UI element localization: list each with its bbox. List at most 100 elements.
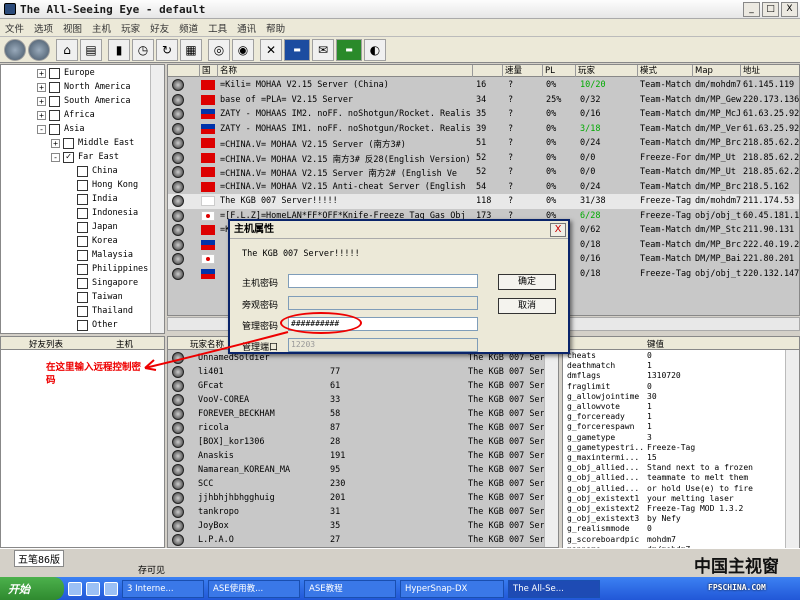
friends-col-list[interactable]: 好友列表 bbox=[29, 338, 63, 350]
tree-item[interactable]: Taiwan bbox=[65, 290, 123, 304]
player-row[interactable]: jjhbhjhbhgghuig 201 The KGB 007 Serv bbox=[168, 491, 558, 505]
refresh-icon[interactable]: ↻ bbox=[156, 38, 178, 61]
maximize-button[interactable]: □ bbox=[762, 1, 779, 17]
tree-checkbox[interactable] bbox=[49, 109, 60, 121]
rule-row[interactable]: g_allowvote 1 bbox=[563, 402, 799, 412]
tree-item[interactable]: - Asia bbox=[37, 122, 84, 136]
tree-checkbox[interactable] bbox=[77, 319, 88, 331]
task-internet[interactable]: 3 Interne... bbox=[122, 579, 204, 598]
back-icon[interactable] bbox=[4, 38, 26, 61]
expand-icon[interactable]: + bbox=[51, 138, 60, 148]
tree-checkbox[interactable] bbox=[77, 291, 88, 303]
tools-icon[interactable]: ✕ bbox=[260, 38, 282, 61]
expand-icon[interactable]: + bbox=[37, 110, 46, 120]
tree-checkbox[interactable] bbox=[77, 207, 88, 219]
tree-item[interactable]: + Africa bbox=[37, 108, 95, 122]
dialog-close-button[interactable]: X bbox=[550, 223, 566, 237]
rule-row[interactable]: g_obj_existext3 by Nefy bbox=[563, 514, 799, 524]
tree-item[interactable]: Singapore bbox=[65, 276, 138, 290]
task-ase-tutorial[interactable]: ASE使用教... bbox=[208, 579, 300, 598]
mail-icon[interactable]: ✉ bbox=[312, 38, 334, 61]
friends-col-server[interactable]: 主机 bbox=[116, 338, 133, 350]
tree-item[interactable]: + Middle East bbox=[51, 136, 134, 150]
server-row[interactable]: ZATY - MOHAAS IM1. noFF. noShotgun/Rocke… bbox=[168, 122, 799, 137]
col-map[interactable]: Map bbox=[693, 65, 741, 77]
quicklaunch-media-icon[interactable] bbox=[104, 581, 118, 596]
tree-checkbox[interactable] bbox=[77, 249, 88, 261]
collapse-icon[interactable]: - bbox=[51, 152, 60, 162]
menu-view[interactable]: 视图 bbox=[58, 21, 87, 35]
player-row[interactable]: L.P.A.O 27 The KGB 007 Serv bbox=[168, 533, 558, 547]
admin-port-input[interactable]: 12203 bbox=[288, 338, 478, 352]
tree-checkbox[interactable] bbox=[77, 235, 88, 247]
task-all-seeing-eye[interactable]: The All-Se... bbox=[508, 579, 600, 598]
rules-scrollbar[interactable] bbox=[785, 350, 799, 559]
player-row[interactable]: JoyBox 35 The KGB 007 Serv bbox=[168, 519, 558, 533]
rule-row[interactable]: deathmatch 1 bbox=[563, 361, 799, 371]
folder-icon[interactable]: ▤ bbox=[80, 38, 102, 61]
quicklaunch-desktop-icon[interactable] bbox=[68, 581, 82, 596]
menu-help[interactable]: 帮助 bbox=[261, 21, 290, 35]
col-pl[interactable]: PL bbox=[543, 65, 576, 77]
server-icon[interactable]: ▮ bbox=[108, 38, 130, 61]
menu-players[interactable]: 玩家 bbox=[116, 21, 145, 35]
tree-item[interactable]: Thailand bbox=[65, 304, 133, 318]
task-ase-guide[interactable]: ASE教程 bbox=[304, 579, 396, 598]
rule-row[interactable]: g_allowjointime 30 bbox=[563, 392, 799, 402]
tree-scrollbar[interactable] bbox=[150, 65, 164, 333]
server-row[interactable]: =CHINA.V= MOHAA V2.15 Server (南方3#) 51? 0%… bbox=[168, 136, 799, 151]
tree-item[interactable]: + North America bbox=[37, 80, 131, 94]
tree-checkbox[interactable] bbox=[49, 123, 60, 135]
tree-item[interactable]: Other bbox=[65, 318, 118, 332]
server-row[interactable]: The KGB 007 Server!!!!! 118? 0% 31/38 Freeze… bbox=[168, 194, 799, 209]
col-country[interactable]: 国 bbox=[200, 65, 218, 77]
zoom-out-icon[interactable]: ◉ bbox=[232, 38, 254, 61]
col-ping-header[interactable] bbox=[473, 65, 503, 77]
title-bar[interactable]: The All-Seeing Eye - default _ □ X bbox=[0, 0, 800, 19]
task-hypersnap[interactable]: HyperSnap-DX bbox=[400, 579, 504, 598]
close-button[interactable]: X bbox=[781, 1, 798, 17]
minimize-button[interactable]: _ bbox=[743, 1, 760, 17]
player-row[interactable]: Namarean_KOREAN_MA 95 The KGB 007 Serv bbox=[168, 463, 558, 477]
tree-checkbox[interactable] bbox=[77, 263, 88, 275]
tree-item[interactable]: China bbox=[65, 164, 118, 178]
rule-row[interactable]: g_obj_existext2 Freeze-Tag MOD 1.3.2 bbox=[563, 504, 799, 514]
tree-checkbox[interactable] bbox=[49, 67, 60, 79]
player-row[interactable]: SCC 230 The KGB 007 Serv bbox=[168, 477, 558, 491]
menu-file[interactable]: 文件 bbox=[0, 21, 29, 35]
timer-icon[interactable]: ◷ bbox=[132, 38, 154, 61]
server-row[interactable]: =CHINA.V= MOHAA V2.15 Server 南方2# (Engli… bbox=[168, 165, 799, 180]
server-row[interactable]: base of =PLA= V2.15 Server 34? 25% 0/32 Team… bbox=[168, 93, 799, 108]
players-scrollbar[interactable] bbox=[544, 350, 558, 547]
list-icon[interactable]: ▬ bbox=[284, 38, 310, 61]
new-list-icon[interactable]: ⌂ bbox=[56, 38, 78, 61]
server-row[interactable]: ZATY - MOHAAS IM2. noFF. noShotgun/Rocke… bbox=[168, 107, 799, 122]
col-name[interactable]: 名称 bbox=[218, 65, 473, 77]
tree-item[interactable]: Malaysia bbox=[65, 248, 133, 262]
menu-options[interactable]: 选项 bbox=[29, 21, 58, 35]
rule-row[interactable]: g_obj_allied... Stand next to a frozen bbox=[563, 463, 799, 473]
ok-button[interactable]: 确定 bbox=[498, 274, 556, 290]
menu-friends[interactable]: 好友 bbox=[145, 21, 174, 35]
tree-checkbox[interactable] bbox=[77, 179, 88, 191]
ime-indicator[interactable]: 五笔86版 bbox=[14, 550, 65, 567]
tree-checkbox[interactable] bbox=[77, 165, 88, 177]
tree-checkbox[interactable] bbox=[63, 137, 74, 149]
menu-comm[interactable]: 通讯 bbox=[232, 21, 261, 35]
tree-item[interactable]: - ✓ Far East bbox=[51, 150, 119, 164]
rule-row[interactable]: g_obj_existext1 your melting laser bbox=[563, 494, 799, 504]
player-row[interactable]: FOREVER_BECKHAM 58 The KGB 007 Serv bbox=[168, 407, 558, 421]
col-speed[interactable]: 速量 bbox=[503, 65, 543, 77]
tree-checkbox[interactable] bbox=[77, 305, 88, 317]
player-row[interactable]: [BOX]_kor1306 28 The KGB 007 Serv bbox=[168, 435, 558, 449]
rule-row[interactable]: g_forcerespawn 1 bbox=[563, 422, 799, 432]
menu-server[interactable]: 主机 bbox=[87, 21, 116, 35]
player-row[interactable]: tankropo 31 The KGB 007 Serv bbox=[168, 505, 558, 519]
player-row[interactable]: Anaskis 191 The KGB 007 Serv bbox=[168, 449, 558, 463]
tree-item[interactable]: Indonesia bbox=[65, 206, 138, 220]
zoom-icon[interactable]: ◎ bbox=[208, 38, 230, 61]
host-password-input[interactable] bbox=[288, 274, 478, 288]
rule-row[interactable]: g_realismmode 0 bbox=[563, 524, 799, 534]
rule-row[interactable]: fraglimit 0 bbox=[563, 382, 799, 392]
expand-icon[interactable]: + bbox=[37, 96, 46, 106]
